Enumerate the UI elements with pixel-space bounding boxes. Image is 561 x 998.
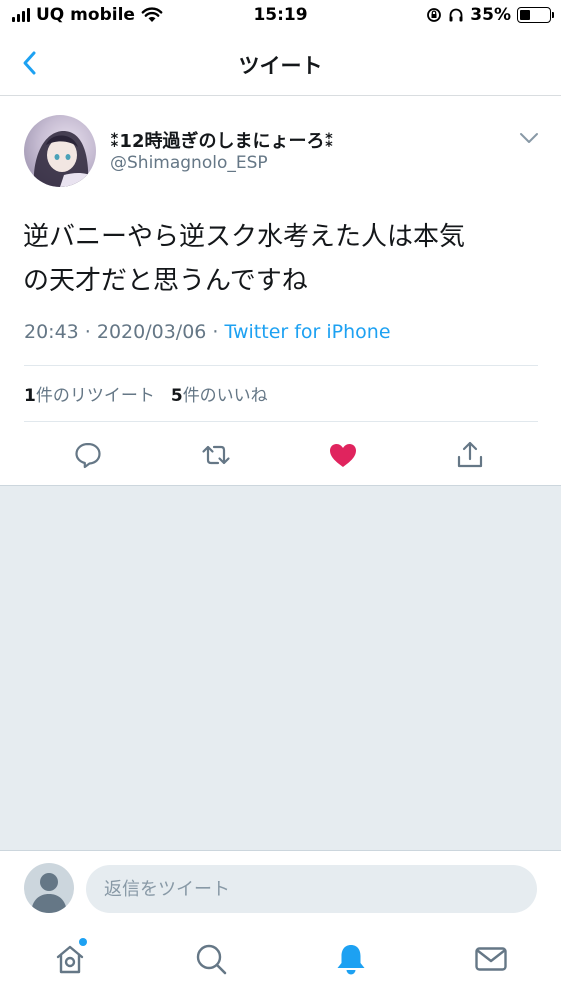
tweet-stats: 1件のリツイート 5件のいいね	[24, 381, 268, 406]
tweet-text: 逆バニーやら逆スク水考えた人は本気 の天才だと思うんですね	[23, 215, 543, 303]
battery-percent: 35%	[470, 5, 511, 25]
like-count[interactable]: 5件のいいね	[171, 381, 268, 406]
divider	[24, 365, 538, 366]
retweet-icon[interactable]	[200, 439, 232, 471]
tweet-meta: 20:43 · 2020/03/06 · Twitter for iPhone	[24, 321, 391, 343]
avatar-illustration	[33, 130, 94, 187]
retweet-count-value: 1	[24, 386, 36, 406]
display-name[interactable]: ⁑12時過ぎのしまにょーろ⁑	[110, 127, 334, 153]
tweet-detail: ⁑12時過ぎのしまにょーろ⁑ @Shimagnolo_ESP 逆バニーやら逆スク…	[0, 97, 561, 485]
retweet-count[interactable]: 1件のリツイート	[24, 381, 155, 406]
like-count-label: 件のいいね	[182, 386, 268, 406]
tweet-actions	[0, 433, 561, 473]
retweet-count-label: 件のリツイート	[35, 386, 155, 406]
heart-icon[interactable]	[327, 439, 359, 471]
battery-icon	[517, 7, 554, 23]
chevron-down-icon[interactable]	[519, 131, 539, 145]
rotation-lock-icon	[427, 8, 442, 22]
reply-bar	[0, 850, 561, 925]
unread-dot	[79, 938, 87, 946]
status-right: 35%	[426, 5, 554, 25]
status-bar: UQ mobile 15:19 35%	[0, 0, 561, 32]
default-avatar-icon	[31, 873, 67, 913]
empty-replies-area	[0, 485, 561, 850]
divider	[24, 421, 538, 422]
headphones-icon	[449, 8, 463, 22]
reply-input[interactable]	[86, 865, 537, 913]
tweet-source-link[interactable]: Twitter for iPhone	[225, 321, 391, 343]
like-count-value: 5	[170, 386, 183, 406]
user-handle[interactable]: @Shimagnolo_ESP	[110, 153, 268, 173]
tweet-timestamp: 20:43 · 2020/03/06 ·	[24, 321, 225, 343]
avatar[interactable]	[24, 115, 96, 187]
mail-icon[interactable]	[473, 941, 509, 977]
comment-icon[interactable]	[72, 439, 104, 471]
nav-bar: ツイート	[0, 32, 561, 96]
search-icon[interactable]	[193, 941, 229, 977]
bell-icon[interactable]	[333, 941, 369, 977]
tweet-text-line: の天才だと思うんですね	[23, 266, 308, 296]
avatar[interactable]	[24, 863, 74, 913]
page-title: ツイート	[238, 54, 323, 78]
home-icon[interactable]	[52, 941, 88, 977]
tab-bar	[0, 925, 561, 998]
tweet-text-line: 逆バニーやら逆スク水考えた人は本気	[23, 222, 466, 252]
battery-fill	[520, 10, 530, 20]
share-icon[interactable]	[454, 439, 486, 471]
